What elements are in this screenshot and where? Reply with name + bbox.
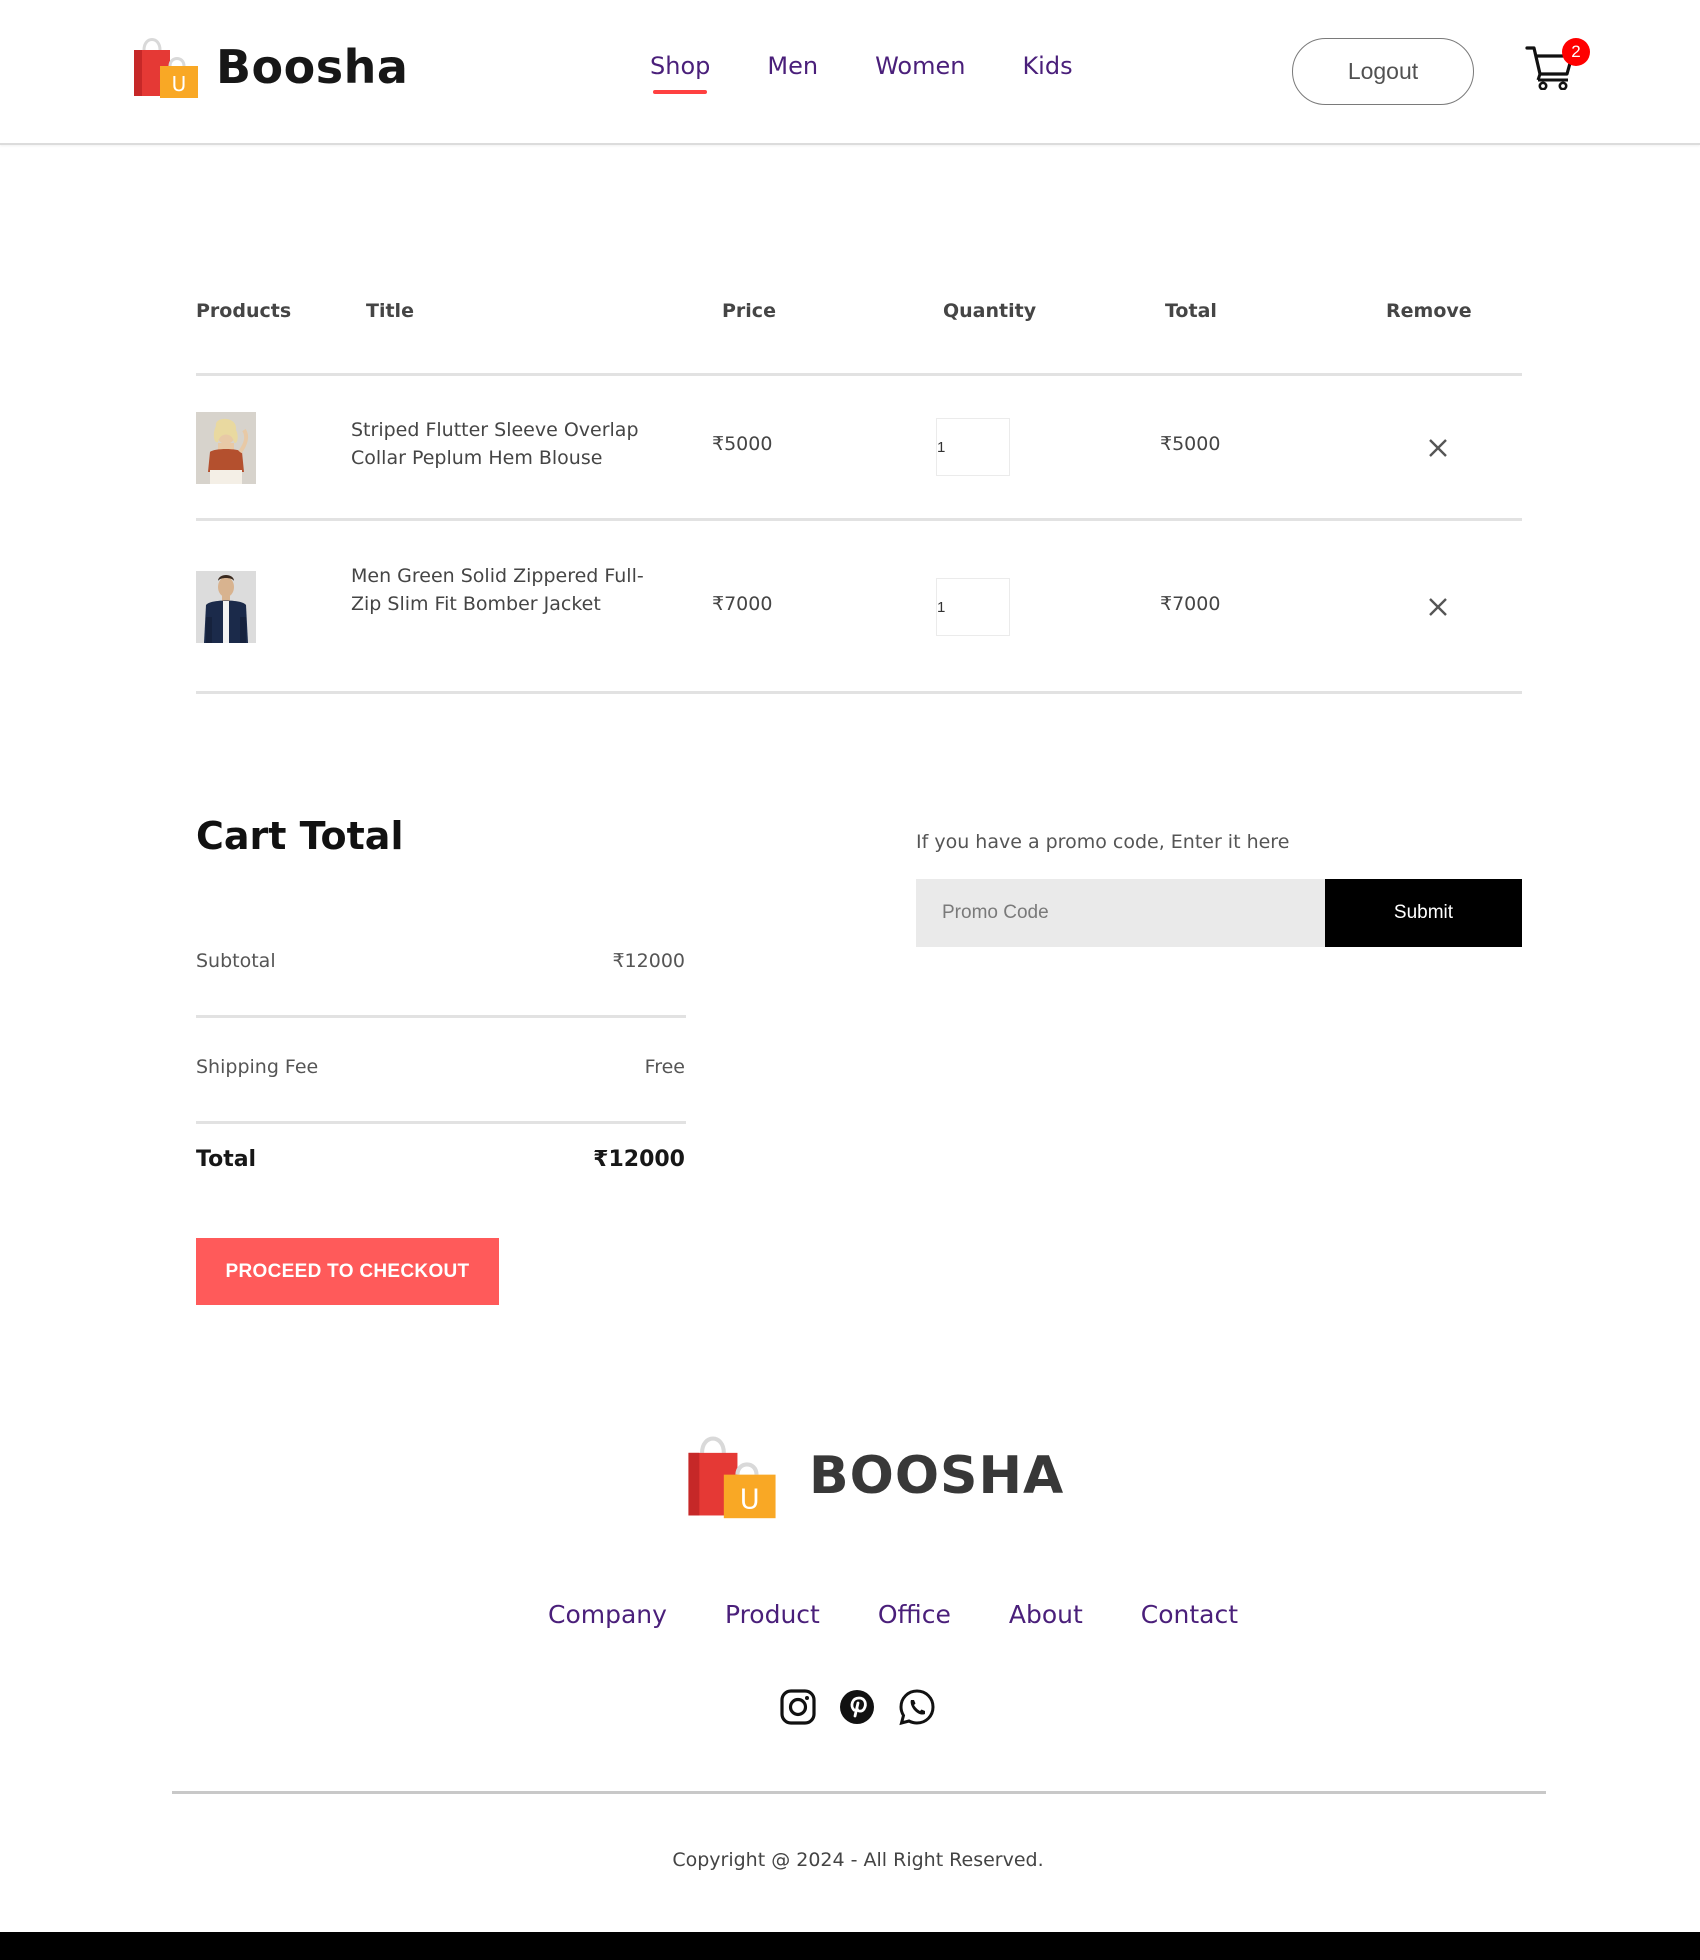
footer-link-company[interactable]: Company: [548, 1600, 667, 1629]
cart-total-heading: Cart Total: [196, 814, 404, 858]
svg-text:U: U: [740, 1485, 760, 1516]
subtotal-label: Subtotal: [196, 950, 276, 972]
divider: [196, 1015, 686, 1018]
col-header-title: Title: [366, 300, 414, 322]
col-header-price: Price: [722, 300, 776, 322]
copyright-text: Copyright @ 2024 - All Right Reserved.: [672, 1849, 1044, 1871]
shipping-fee-value: Free: [644, 1056, 685, 1078]
promo-code-prompt: If you have a promo code, Enter it here: [916, 831, 1290, 853]
divider: [196, 518, 1522, 521]
subtotal-value: ₹12000: [612, 950, 685, 972]
product-total: ₹5000: [1160, 433, 1221, 455]
total-label: Total: [196, 1147, 257, 1172]
site-header: U Boosha Shop Men Women Kids Logout 2: [0, 0, 1700, 145]
product-title[interactable]: Striped Flutter Sleeve Overlap Collar Pe…: [351, 416, 651, 472]
col-header-quantity: Quantity: [943, 300, 1037, 322]
remove-icon[interactable]: [1427, 437, 1449, 459]
product-thumbnail-jacket[interactable]: [196, 571, 256, 643]
footer-link-product[interactable]: Product: [725, 1600, 820, 1629]
svg-text:U: U: [172, 72, 187, 96]
footer-nav: Company Product Office About Contact: [548, 1600, 1296, 1629]
nav-item-women[interactable]: Women: [875, 52, 965, 80]
divider: [196, 691, 1522, 694]
divider: [196, 1121, 686, 1124]
footer-link-contact[interactable]: Contact: [1141, 1600, 1238, 1629]
product-price: ₹5000: [712, 433, 773, 455]
product-thumbnail-blouse[interactable]: [196, 412, 256, 484]
divider: [196, 373, 1522, 376]
total-value: ₹12000: [593, 1147, 685, 1172]
bottom-bar: [0, 1932, 1700, 1960]
product-title[interactable]: Men Green Solid Zippered Full-Zip Slim F…: [351, 562, 651, 618]
footer-logo[interactable]: U BOOSHA: [683, 1428, 1064, 1524]
product-total: ₹7000: [1160, 593, 1221, 615]
shopping-bag-logo-icon: U: [688, 1436, 776, 1519]
cart-count-badge: 2: [1562, 38, 1590, 66]
proceed-to-checkout-button[interactable]: PROCEED TO CHECKOUT: [196, 1238, 499, 1305]
main-nav: Shop Men Women Kids: [650, 52, 1130, 94]
remove-icon[interactable]: [1427, 596, 1449, 618]
shipping-fee-label: Shipping Fee: [196, 1056, 319, 1078]
footer-link-office[interactable]: Office: [878, 1600, 951, 1629]
logout-button[interactable]: Logout: [1292, 38, 1474, 105]
col-header-products: Products: [196, 300, 292, 322]
footer-brand-name: BOOSHA: [809, 1446, 1065, 1506]
whatsapp-icon[interactable]: [898, 1688, 936, 1726]
instagram-icon[interactable]: [779, 1688, 817, 1726]
footer-link-about[interactable]: About: [1009, 1600, 1083, 1629]
product-price: ₹7000: [712, 593, 773, 615]
quantity-input[interactable]: [936, 578, 1010, 636]
promo-code-input[interactable]: [916, 879, 1326, 947]
nav-item-kids[interactable]: Kids: [1022, 52, 1072, 80]
promo-submit-button[interactable]: Submit: [1325, 879, 1522, 947]
shopping-bag-logo-icon: U: [134, 38, 198, 98]
nav-item-men[interactable]: Men: [767, 52, 818, 80]
footer-divider: [172, 1791, 1546, 1794]
brand-name: Boosha: [216, 40, 409, 94]
site-logo[interactable]: U Boosha: [130, 32, 408, 102]
col-header-remove: Remove: [1386, 300, 1472, 322]
col-header-total: Total: [1165, 300, 1217, 322]
nav-item-shop[interactable]: Shop: [650, 52, 710, 94]
quantity-input[interactable]: [936, 418, 1010, 476]
pinterest-icon[interactable]: [838, 1688, 876, 1726]
